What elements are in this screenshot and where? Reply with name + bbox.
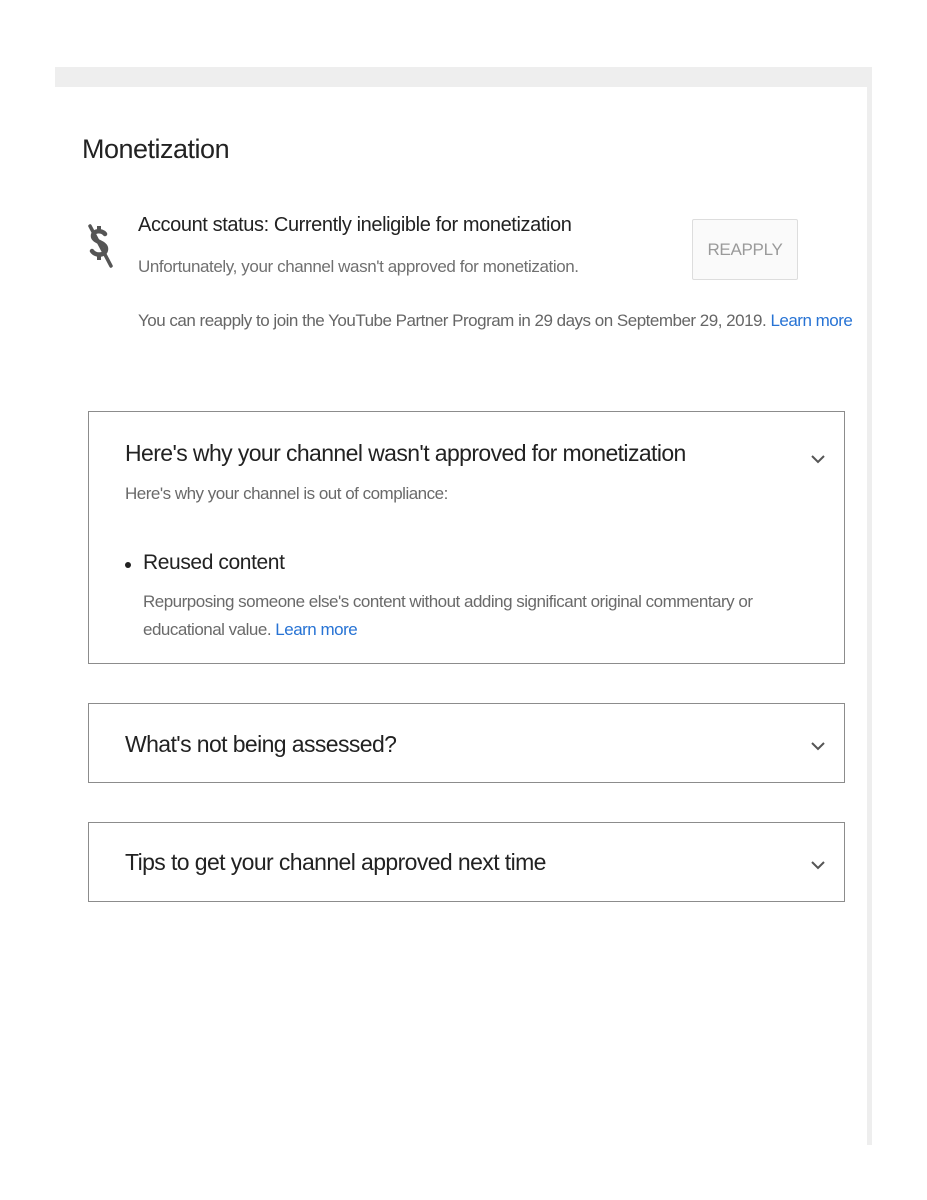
section-header[interactable]: What's not being assessed? bbox=[125, 731, 397, 758]
reason-description: Repurposing someone else's content witho… bbox=[143, 588, 833, 644]
account-status-title: Account status: Currently ineligible for… bbox=[138, 214, 572, 236]
reason-learn-more-link[interactable]: Learn more bbox=[275, 620, 357, 639]
reapply-note-text: You can reapply to join the YouTube Part… bbox=[138, 311, 767, 330]
bullet-dot bbox=[125, 562, 131, 568]
not-approved-section: Here's why your channel wasn't approved … bbox=[88, 411, 845, 664]
learn-more-link[interactable]: Learn more bbox=[770, 311, 852, 330]
chevron-down-icon[interactable] bbox=[810, 741, 826, 751]
page-title: Monetization bbox=[82, 134, 230, 164]
tips-section[interactable]: Tips to get your channel approved next t… bbox=[88, 822, 845, 902]
section-header[interactable]: Here's why your channel wasn't approved … bbox=[125, 440, 686, 467]
chevron-down-icon[interactable] bbox=[810, 454, 826, 464]
account-status-subtitle: Unfortunately, your channel wasn't appro… bbox=[138, 257, 579, 276]
reason-description-text: Repurposing someone else's content witho… bbox=[143, 592, 753, 639]
reason-title: Reused content bbox=[143, 551, 285, 574]
no-money-icon bbox=[88, 224, 113, 268]
section-subtitle: Here's why your channel is out of compli… bbox=[125, 484, 448, 503]
reapply-button[interactable]: REAPPLY bbox=[692, 219, 798, 280]
section-header[interactable]: Tips to get your channel approved next t… bbox=[125, 849, 546, 876]
chevron-down-icon[interactable] bbox=[810, 860, 826, 870]
not-assessed-section[interactable]: What's not being assessed? bbox=[88, 703, 845, 783]
reapply-note: You can reapply to join the YouTube Part… bbox=[138, 311, 853, 331]
